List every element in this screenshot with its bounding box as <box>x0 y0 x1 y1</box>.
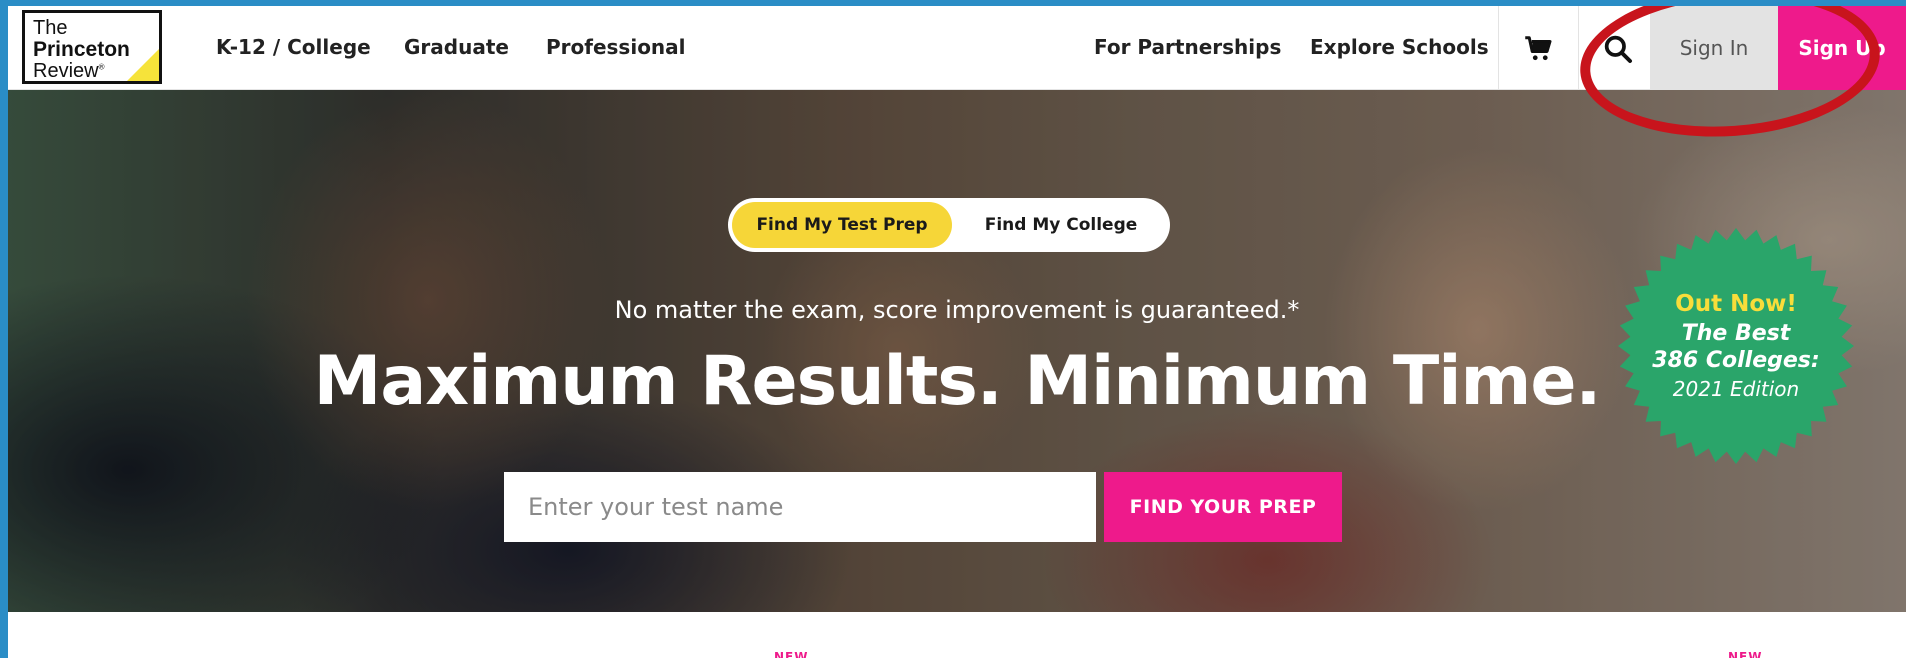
nav-link-explore-schools[interactable]: Explore Schools <box>1310 35 1489 59</box>
badge-out-now: Out Now! <box>1675 291 1797 317</box>
nav-link-k12-college[interactable]: K-12 / College <box>216 35 371 59</box>
new-tag: NEW <box>1728 650 1763 658</box>
find-your-prep-button[interactable]: FIND YOUR PREP <box>1104 472 1342 542</box>
nav-divider <box>1578 6 1579 90</box>
sign-in-button[interactable]: Sign In <box>1650 6 1778 90</box>
nav-link-graduate[interactable]: Graduate <box>404 35 509 59</box>
test-name-input[interactable] <box>504 472 1096 542</box>
badge-386-colleges: 386 Colleges: <box>1652 348 1820 373</box>
tab-find-my-test-prep[interactable]: Find My Test Prep <box>732 202 952 248</box>
search-icon[interactable] <box>1602 33 1634 65</box>
princeton-review-logo[interactable]: The Princeton Review® <box>22 10 162 84</box>
nav-divider <box>1498 6 1499 90</box>
tab-find-my-college[interactable]: Find My College <box>956 202 1166 248</box>
top-nav: The Princeton Review® K-12 / College Gra… <box>8 6 1906 90</box>
badge-edition: 2021 Edition <box>1672 377 1800 401</box>
search-mode-toggle: Find My Test Prep Find My College <box>728 198 1170 252</box>
hero-banner: Find My Test Prep Find My College No mat… <box>8 90 1906 612</box>
logo-text-princeton: Princeton <box>33 38 130 61</box>
logo-text-the: The <box>33 17 68 39</box>
logo-text-review: Review® <box>33 60 105 82</box>
badge-the-best: The Best <box>1681 321 1791 346</box>
sign-up-button[interactable]: Sign Up <box>1778 6 1906 90</box>
new-tag: NEW <box>774 650 809 658</box>
nav-link-professional[interactable]: Professional <box>546 35 686 59</box>
shopping-cart-icon[interactable] <box>1524 34 1554 64</box>
best-colleges-promo-badge[interactable]: Out Now! The Best 386 Colleges: 2021 Edi… <box>1616 226 1856 466</box>
logo-corner-triangle <box>125 47 159 81</box>
nav-link-for-partnerships[interactable]: For Partnerships <box>1094 35 1281 59</box>
browser-viewport: The Princeton Review® K-12 / College Gra… <box>8 6 1906 658</box>
